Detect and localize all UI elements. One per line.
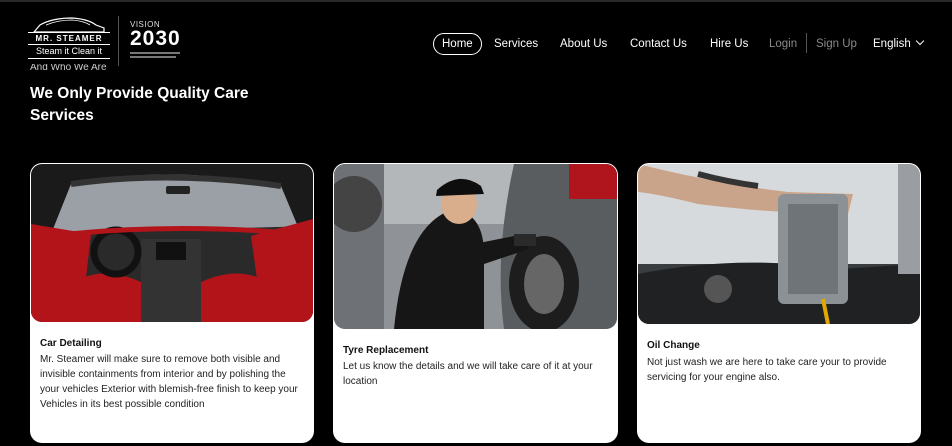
card-description: Not just wash we are here to take care y…	[647, 357, 887, 383]
nav-contact-us[interactable]: Contact Us	[630, 33, 687, 55]
mechanic-tyre-image	[334, 164, 617, 329]
car-interior-image	[31, 164, 313, 322]
nav-separator	[806, 33, 807, 53]
brand-name: MR. STEAMER	[28, 32, 110, 45]
language-label: English	[873, 38, 911, 50]
vision-2030-logo: VISION 2030	[130, 20, 194, 64]
card-title: Oil Change	[647, 340, 700, 351]
card-title: Tyre Replacement	[343, 345, 429, 356]
language-selector[interactable]: English	[873, 33, 924, 55]
card-description: Let us know the details and we will take…	[343, 361, 593, 387]
nav-about-us[interactable]: About Us	[560, 33, 607, 55]
engine-oil-image	[638, 164, 920, 324]
nav-login[interactable]: Login	[769, 33, 797, 55]
service-card-oil-change[interactable]: Oil Change Not just wash we are here to …	[637, 163, 921, 443]
vision-subtext-lines	[130, 52, 194, 58]
nav-services[interactable]: Services	[494, 33, 538, 55]
card-description: Mr. Steamer will make sure to remove bot…	[40, 354, 298, 410]
card-title: Car Detailing	[40, 338, 102, 349]
site-header: MR. STEAMER Steam it Clean it VISION 203…	[0, 0, 952, 84]
nav-hire-us[interactable]: Hire Us	[710, 33, 748, 55]
header-divider	[118, 16, 119, 66]
nav-sign-up[interactable]: Sign Up	[816, 33, 857, 55]
service-card-tyre-replacement[interactable]: Tyre Replacement Let us know the details…	[333, 163, 618, 443]
service-card-car-detailing[interactable]: Car Detailing Mr. Steamer will make sure…	[30, 163, 314, 443]
section-title: We Only Provide Quality Care Services	[30, 85, 249, 124]
brand-logo[interactable]: MR. STEAMER Steam it Clean it	[28, 16, 110, 62]
brand-tagline: Steam it Clean it	[28, 46, 110, 59]
chevron-down-icon	[915, 36, 924, 46]
nav-home[interactable]: Home	[433, 33, 482, 55]
vision-number: 2030	[130, 27, 181, 50]
section-eyebrow: And Who We Are	[30, 64, 107, 73]
